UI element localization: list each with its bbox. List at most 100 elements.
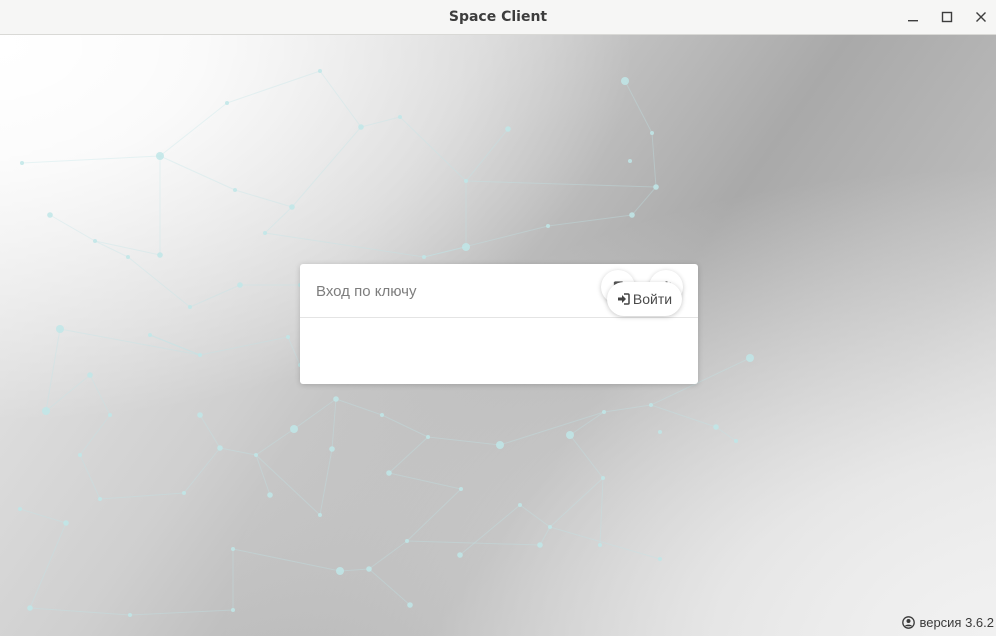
network-node bbox=[386, 470, 392, 476]
network-line bbox=[549, 477, 604, 528]
network-node bbox=[653, 184, 659, 190]
network-line bbox=[715, 426, 737, 442]
network-line bbox=[650, 404, 717, 428]
network-line bbox=[264, 206, 293, 234]
network-node bbox=[459, 487, 463, 491]
network-node bbox=[407, 602, 413, 608]
network-node bbox=[98, 497, 102, 501]
network-node bbox=[225, 101, 229, 105]
network-node bbox=[380, 413, 384, 417]
network-line bbox=[159, 155, 236, 191]
network-node bbox=[87, 372, 93, 378]
network-line bbox=[388, 472, 462, 490]
network-node bbox=[198, 353, 202, 357]
window-title: Space Client bbox=[448, 9, 548, 25]
maximize-button[interactable] bbox=[935, 6, 959, 28]
network-node bbox=[602, 410, 606, 414]
network-line bbox=[226, 70, 321, 104]
minimize-icon bbox=[908, 20, 918, 22]
network-line bbox=[89, 374, 111, 416]
network-line bbox=[406, 488, 462, 542]
network-node bbox=[398, 115, 402, 119]
title-bar: Space Client bbox=[0, 0, 996, 35]
network-node bbox=[148, 333, 152, 337]
network-line bbox=[339, 568, 370, 572]
network-node bbox=[628, 159, 632, 163]
network-line bbox=[519, 504, 551, 528]
network-line bbox=[59, 328, 201, 356]
network-line bbox=[599, 477, 604, 546]
network-node bbox=[237, 282, 243, 288]
network-line bbox=[388, 436, 429, 474]
network-node bbox=[318, 513, 322, 517]
network-line bbox=[319, 448, 333, 516]
network-line bbox=[189, 284, 241, 308]
network-node bbox=[78, 453, 82, 457]
network-node bbox=[457, 552, 463, 558]
network-node bbox=[333, 396, 339, 402]
network-line bbox=[199, 336, 289, 356]
network-node bbox=[548, 525, 552, 529]
network-line bbox=[547, 214, 633, 227]
maximize-icon bbox=[941, 11, 953, 23]
network-node bbox=[422, 255, 426, 259]
network-line bbox=[381, 414, 429, 438]
network-line bbox=[603, 404, 652, 413]
network-line bbox=[624, 80, 653, 134]
network-line bbox=[19, 508, 67, 524]
close-button[interactable] bbox=[969, 6, 993, 28]
user-circle-icon bbox=[902, 616, 916, 629]
login-button-label: Войти bbox=[632, 291, 673, 307]
network-line bbox=[45, 328, 61, 412]
sign-in-icon bbox=[617, 293, 630, 305]
minimize-button[interactable] bbox=[901, 6, 925, 28]
network-node bbox=[156, 152, 164, 160]
network-line bbox=[549, 526, 661, 560]
network-node bbox=[197, 412, 203, 418]
network-node bbox=[566, 431, 574, 439]
network-node bbox=[289, 204, 295, 210]
network-node bbox=[546, 224, 550, 228]
network-line bbox=[331, 398, 337, 450]
network-node bbox=[20, 161, 24, 165]
network-line bbox=[465, 180, 657, 188]
login-button[interactable]: Войти bbox=[607, 282, 682, 316]
network-node bbox=[746, 354, 754, 362]
network-node bbox=[649, 403, 653, 407]
network-line bbox=[45, 374, 91, 412]
network-line bbox=[149, 334, 201, 356]
network-line bbox=[368, 540, 408, 570]
network-node bbox=[267, 492, 273, 498]
network-line bbox=[159, 102, 228, 157]
network-line bbox=[199, 414, 221, 449]
network-node bbox=[42, 407, 50, 415]
network-node bbox=[27, 605, 33, 611]
network-node bbox=[231, 608, 235, 612]
network-line bbox=[255, 428, 295, 456]
close-icon bbox=[976, 12, 986, 22]
network-line bbox=[79, 414, 111, 456]
network-node bbox=[358, 124, 364, 130]
network-node bbox=[405, 539, 409, 543]
network-node bbox=[63, 520, 69, 526]
network-node bbox=[658, 430, 662, 434]
network-node bbox=[290, 425, 298, 433]
network-line bbox=[94, 240, 129, 258]
network-line bbox=[459, 504, 521, 556]
network-node bbox=[426, 435, 430, 439]
network-line bbox=[234, 189, 293, 208]
network-line bbox=[651, 132, 657, 188]
key-input[interactable] bbox=[308, 276, 604, 306]
network-node bbox=[329, 446, 335, 452]
network-line bbox=[29, 522, 67, 609]
network-line bbox=[219, 447, 257, 456]
network-node bbox=[366, 566, 372, 572]
network-line bbox=[21, 155, 161, 164]
network-node bbox=[231, 547, 235, 551]
network-node bbox=[233, 188, 237, 192]
network-line bbox=[335, 398, 383, 416]
network-line bbox=[319, 70, 362, 128]
network-node bbox=[713, 424, 719, 430]
network-line bbox=[232, 548, 341, 572]
network-line bbox=[399, 116, 467, 182]
